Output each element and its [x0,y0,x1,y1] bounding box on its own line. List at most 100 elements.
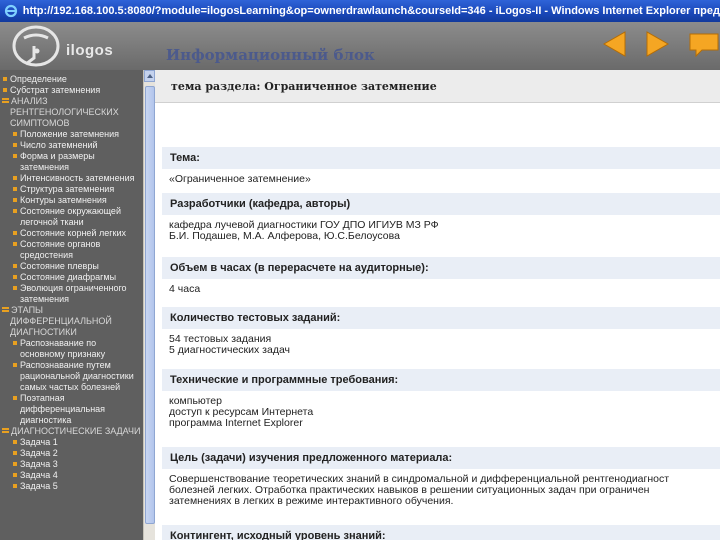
section-title: тема раздела: Ограниченное затемнение [171,79,437,93]
internet-explorer-icon [3,3,19,19]
sidebar-item[interactable]: Форма и размеры затемнения [0,151,143,173]
sidebar-item-label: Задача 3 [20,459,58,469]
sidebar-item[interactable]: Распознавание путем рациональной диагнос… [0,360,143,393]
sidebar-item-label: Число затемнений [20,140,98,150]
expand-icon [2,428,9,433]
sidebar-item[interactable]: Интенсивность затемнения [0,173,143,184]
content-pane: тема раздела: Ограниченное затемнение Те… [155,70,720,540]
sidebar-category[interactable]: АНАЛИЗ РЕНТГЕНОЛОГИЧЕСКИХ СИМПТОМОВ [0,96,143,129]
sidebar-item[interactable]: Состояние корней легких [0,228,143,239]
field-value-line: затемнениях в легких в режиме интерактив… [169,495,454,507]
sidebar-item-label: Структура затемнения [20,184,115,194]
sidebar-item[interactable]: Задача 4 [0,470,143,481]
field-label: Цель (задачи) изучения предложенного мат… [162,447,720,469]
section-title-bar: тема раздела: Ограниченное затемнение [155,70,720,103]
sidebar-item-label: Контуры затемнения [20,195,107,205]
bullet-icon [3,88,7,92]
sidebar-item-label: Интенсивность затемнения [20,173,135,183]
info-block-title: Информационный блок [166,46,375,64]
back-arrow-button[interactable] [601,30,627,58]
field-value-line: 4 часа [169,283,201,295]
bullet-icon [13,209,17,213]
sidebar-category[interactable]: ЭТАПЫ ДИФФЕРЕНЦИАЛЬНОЙ ДИАГНОСТИКИ [0,305,143,338]
sidebar-item[interactable]: Состояние диафрагмы [0,272,143,283]
sidebar-item-label: Состояние окружающей легочной ткани [20,206,121,227]
bullet-icon [13,341,17,345]
sidebar-item[interactable]: Задача 5 [0,481,143,492]
sidebar-category[interactable]: ДИАГНОСТИЧЕСКИЕ ЗАДАЧИ [0,426,143,437]
sidebar-item-label: Форма и размеры затемнения [20,151,95,172]
sidebar-item[interactable]: Контуры затемнения [0,195,143,206]
bullet-icon [13,462,17,466]
sidebar-item-label: Распознавание путем рациональной диагнос… [20,360,134,392]
field-value-line: Б.И. Подашев, М.А. Алферова, Ю.С.Белоусо… [169,230,400,242]
sidebar-item[interactable]: Задача 2 [0,448,143,459]
sidebar-scrollbar[interactable] [143,70,155,540]
bullet-icon [13,187,17,191]
sidebar-item-label: АНАЛИЗ РЕНТГЕНОЛОГИЧЕСКИХ СИМПТОМОВ [10,96,119,128]
ilogos-logo: ilogos [4,24,124,74]
sidebar-item[interactable]: Поэтапная дифференциальная диагностика [0,393,143,426]
bullet-icon [13,396,17,400]
chevron-up-icon [146,74,153,78]
logo-text: ilogos [66,42,114,59]
field-label: Контингент, исходный уровень знаний: [162,525,720,540]
field-value-line: программа Internet Explorer [169,417,303,429]
sidebar-item-label: Поэтапная дифференциальная диагностика [20,393,106,425]
expand-icon [2,98,9,103]
sidebar-item[interactable]: Положение затемнения [0,129,143,140]
bullet-icon [13,176,17,180]
sidebar-item-label: ДИАГНОСТИЧЕСКИЕ ЗАДАЧИ [11,426,141,436]
sidebar-item[interactable]: Состояние окружающей легочной ткани [0,206,143,228]
bullet-icon [13,440,17,444]
bullet-icon [13,473,17,477]
arrow-right-icon [646,31,670,57]
field-label: Технические и программные требования: [162,369,720,391]
chat-button[interactable] [688,30,720,58]
sidebar-item[interactable]: Задача 1 [0,437,143,448]
sidebar-item-label: ЭТАПЫ ДИФФЕРЕНЦИАЛЬНОЙ ДИАГНОСТИКИ [10,305,112,337]
sidebar-item[interactable]: Эволюция ограниченного затемнения [0,283,143,305]
sidebar-item-label: Задача 1 [20,437,58,447]
sidebar-item-label: Положение затемнения [20,129,120,139]
field-label: Тема: [162,147,720,169]
forward-arrow-button[interactable] [645,30,671,58]
sidebar-item[interactable]: Задача 3 [0,459,143,470]
speech-bubble-icon [689,33,719,58]
sidebar-item[interactable]: Состояние плевры [0,261,143,272]
sidebar-item-label: Эволюция ограниченного затемнения [20,283,127,304]
bullet-icon [13,275,17,279]
scrollbar-thumb[interactable] [145,86,155,524]
bullet-icon [13,198,17,202]
field-label: Разработчики (кафедра, авторы) [162,193,720,215]
field-label: Объем в часах (в перерасчете на аудиторн… [162,257,720,279]
sidebar-item-label: Задача 5 [20,481,58,491]
sidebar-item[interactable]: Определение [0,74,143,85]
bullet-icon [13,484,17,488]
field-value-line: «Ограниченное затемнение» [169,173,311,185]
bullet-icon [13,363,17,367]
sidebar-item-label: Задача 4 [20,470,58,480]
sidebar-item[interactable]: Субстрат затемнения [0,85,143,96]
scroll-up-button[interactable] [144,70,155,82]
sidebar-item-label: Состояние органов средостения [20,239,101,260]
sidebar-item-label: Распознавание по основному признаку [20,338,106,359]
arrow-left-icon [602,31,626,57]
sidebar-item[interactable]: Структура затемнения [0,184,143,195]
sidebar-item-label: Состояние корней легких [20,228,126,238]
bullet-icon [13,451,17,455]
sidebar-item[interactable]: Состояние органов средостения [0,239,143,261]
bullet-icon [13,154,17,158]
sidebar-item[interactable]: Число затемнений [0,140,143,151]
sidebar-item[interactable]: Распознавание по основному признаку [0,338,143,360]
sidebar-item-label: Определение [10,74,67,84]
sidebar-item-label: Задача 2 [20,448,58,458]
bullet-icon [13,143,17,147]
course-tree: Определение Субстрат затемнения АНАЛИЗ РЕН… [0,70,143,492]
bullet-icon [13,286,17,290]
bullet-icon [13,242,17,246]
bullet-icon [13,231,17,235]
field-label: Количество тестовых заданий: [162,307,720,329]
bullet-icon [13,132,17,136]
window-title: http://192.168.100.5:8080/?module=ilogos… [22,5,720,17]
